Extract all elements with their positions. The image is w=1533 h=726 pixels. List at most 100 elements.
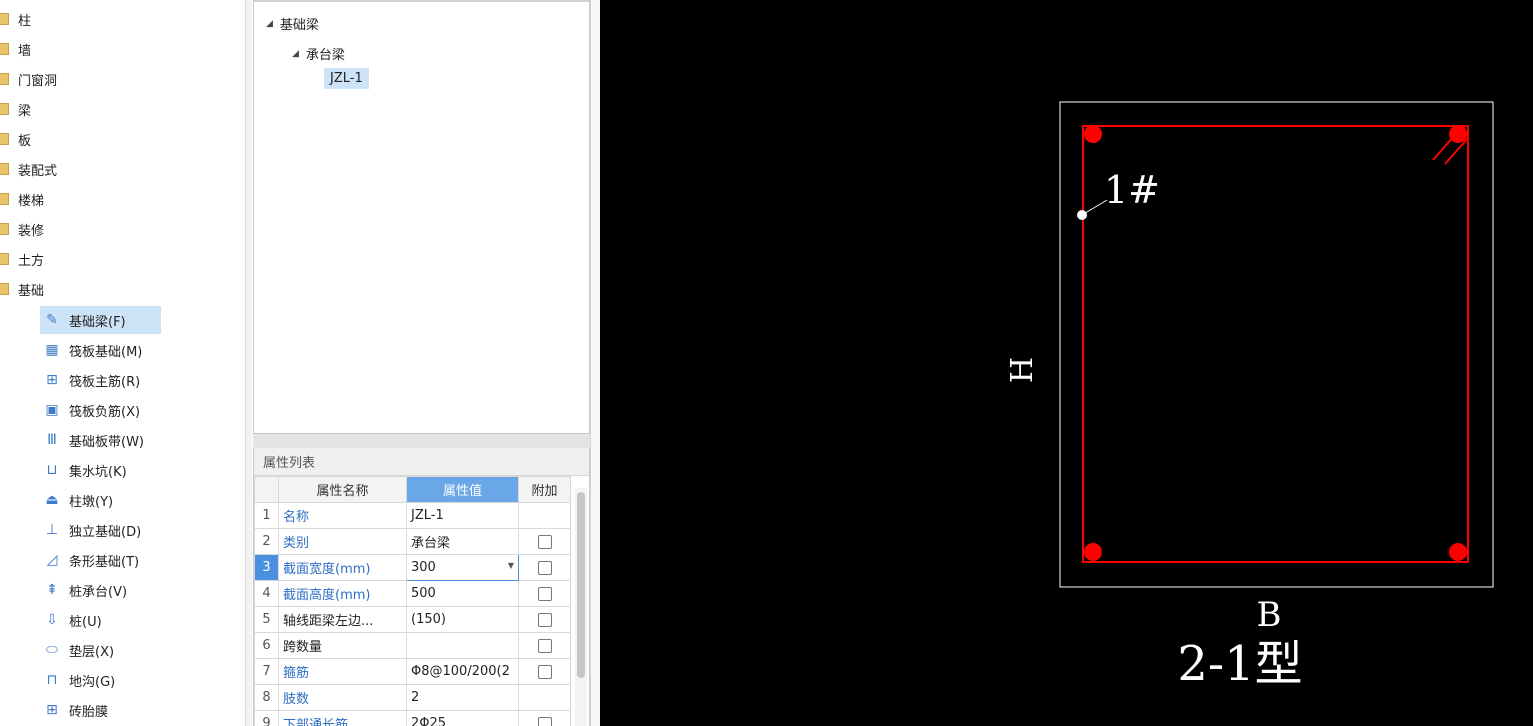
- panel-splitter[interactable]: [253, 434, 590, 448]
- nav-item-label: 砖胎膜: [69, 704, 109, 720]
- nav-item-brick-mold[interactable]: ⊞ 砖胎膜: [40, 696, 161, 724]
- dropdown-arrow-icon[interactable]: ▼: [508, 561, 514, 570]
- rebar-top-left: [1084, 125, 1102, 143]
- property-name: 下部通长筋: [278, 710, 407, 726]
- column-pier-icon: ⏏: [45, 492, 59, 508]
- nav-item-strip-footing[interactable]: ◿ 条形基础(T): [40, 546, 161, 574]
- extra-checkbox[interactable]: [537, 612, 552, 627]
- nav-category-slab[interactable]: 板: [0, 124, 31, 154]
- extra-checkbox[interactable]: [537, 586, 552, 601]
- property-table: 属性名称 属性值 附加 1 名称 JZL-1 2 类别 承台梁 3 截面宽度(m…: [254, 476, 571, 726]
- property-value[interactable]: 2Φ25: [406, 710, 519, 726]
- extra-checkbox[interactable]: [537, 716, 552, 726]
- nav-category-prefab[interactable]: 装配式: [0, 154, 57, 184]
- folder-icon: [0, 253, 9, 265]
- nav-item-sump-pit[interactable]: ⊔ 集水坑(K): [40, 456, 161, 484]
- nav-item-isolated-footing[interactable]: ⊥ 独立基础(D): [40, 516, 161, 544]
- extra-cell: [518, 554, 571, 581]
- extra-cell: [518, 502, 571, 529]
- nav-category-beam[interactable]: 梁: [0, 94, 31, 124]
- extra-checkbox[interactable]: [537, 534, 552, 549]
- raft-main-rebar-icon: ⊞: [46, 372, 58, 388]
- cushion-icon: ⬭: [46, 642, 58, 658]
- nav-category-label: 柱: [18, 13, 32, 29]
- collapse-arrow-icon[interactable]: ◢: [266, 19, 273, 29]
- table-row[interactable]: 4 截面高度(mm) 500: [254, 580, 571, 607]
- row-number: 5: [254, 606, 279, 633]
- property-name: 轴线距梁左边...: [278, 606, 407, 633]
- nav-category-column[interactable]: 柱: [0, 4, 31, 34]
- property-name: 肢数: [278, 684, 407, 711]
- nav-category-door-window[interactable]: 门窗洞: [0, 64, 57, 94]
- nav-category-wall[interactable]: 墙: [0, 34, 31, 64]
- pile-icon: ⇩: [46, 612, 58, 628]
- table-row-selected[interactable]: 3 截面宽度(mm) 300 ▼: [254, 554, 571, 581]
- extra-checkbox[interactable]: [537, 664, 552, 679]
- collapse-arrow-icon[interactable]: ◢: [292, 49, 299, 59]
- row-number: 6: [254, 632, 279, 659]
- table-row[interactable]: 6 跨数量: [254, 632, 571, 659]
- nav-item-column-pier[interactable]: ⏏ 柱墩(Y): [40, 486, 161, 514]
- nav-item-label: 桩承台(V): [69, 584, 128, 600]
- property-value[interactable]: (150): [406, 606, 519, 633]
- extra-cell: [518, 580, 571, 607]
- row-number: 7: [254, 658, 279, 685]
- component-nav-tree: 柱 墙 门窗洞 梁 板 装配式 楼梯 装修 土方 基础 ✎ 基础梁(F) ▦ 筏板基…: [0, 0, 245, 726]
- nav-category-label: 土方: [18, 253, 45, 269]
- property-value[interactable]: [406, 632, 519, 659]
- nav-category-label: 梁: [18, 103, 32, 119]
- nav-item-slab-band[interactable]: Ⅲ 基础板带(W): [40, 426, 161, 454]
- nav-item-raft-main-rebar[interactable]: ⊞ 筏板主筋(R): [40, 366, 161, 394]
- table-row[interactable]: 9 下部通长筋 2Φ25: [254, 710, 571, 726]
- header-extra[interactable]: 附加: [518, 476, 571, 503]
- nav-item-raft[interactable]: ▦ 筏板基础(M): [40, 336, 161, 364]
- nav-category-decoration[interactable]: 装修: [0, 214, 44, 244]
- table-row[interactable]: 1 名称 JZL-1: [254, 502, 571, 529]
- table-row[interactable]: 8 肢数 2: [254, 684, 571, 711]
- nav-splitter[interactable]: [245, 0, 252, 726]
- extra-checkbox[interactable]: [537, 638, 552, 653]
- nav-category-stairs[interactable]: 楼梯: [0, 184, 44, 214]
- rebar-label-1: 1#: [1104, 168, 1160, 212]
- canvas-splitter[interactable]: [590, 0, 600, 726]
- dropdown-value: 300: [411, 560, 436, 575]
- nav-category-earthwork[interactable]: 土方: [0, 244, 44, 274]
- nav-item-pile[interactable]: ⇩ 桩(U): [40, 606, 161, 634]
- nav-item-cushion[interactable]: ⬭ 垫层(X): [40, 636, 161, 664]
- nav-item-label: 垫层(X): [69, 644, 115, 660]
- nav-item-foundation-beam[interactable]: ✎ 基础梁(F): [40, 306, 161, 334]
- nav-category-label: 板: [18, 133, 32, 149]
- header-index: [254, 476, 279, 503]
- nav-item-label: 筏板负筋(X): [69, 404, 141, 420]
- section-drawing-canvas[interactable]: 1# H B 2-1型: [600, 0, 1533, 726]
- nav-item-raft-neg-rebar[interactable]: ▣ 筏板负筋(X): [40, 396, 161, 424]
- brick-mold-icon: ⊞: [46, 702, 58, 718]
- nav-item-pile-cap[interactable]: ⇞ 桩承台(V): [40, 576, 161, 604]
- tree-node-cap-beam[interactable]: ◢ 承台梁: [292, 44, 345, 63]
- property-value[interactable]: 2: [406, 684, 519, 711]
- nav-item-trench[interactable]: ⊓ 地沟(G): [40, 666, 161, 694]
- header-name[interactable]: 属性名称: [278, 476, 407, 503]
- tree-node-jzl-1[interactable]: JZL-1: [324, 68, 369, 89]
- property-value[interactable]: JZL-1: [406, 502, 519, 529]
- property-value-dropdown[interactable]: 300 ▼: [406, 554, 519, 581]
- extra-cell: [518, 710, 571, 726]
- table-row[interactable]: 5 轴线距梁左边... (150): [254, 606, 571, 633]
- extra-checkbox[interactable]: [537, 560, 552, 575]
- property-name: 跨数量: [278, 632, 407, 659]
- section-drawing: 1# H B 2-1型: [1005, 101, 1494, 692]
- tree-node-foundation-beam[interactable]: ◢ 基础梁: [266, 14, 319, 33]
- property-value[interactable]: 承台梁: [406, 528, 519, 555]
- stirrup-hook: [1432, 127, 1462, 161]
- header-value[interactable]: 属性值: [406, 476, 519, 503]
- table-row[interactable]: 7 箍筋 Φ8@100/200(2: [254, 658, 571, 685]
- property-name: 类别: [278, 528, 407, 555]
- property-value[interactable]: 500: [406, 580, 519, 607]
- property-value[interactable]: Φ8@100/200(2: [406, 658, 519, 685]
- extra-cell: [518, 658, 571, 685]
- extra-cell: [518, 528, 571, 555]
- table-row[interactable]: 2 类别 承台梁: [254, 528, 571, 555]
- extra-cell: [518, 684, 571, 711]
- nav-category-foundation[interactable]: 基础: [0, 274, 44, 304]
- scrollbar-thumb[interactable]: [577, 492, 585, 678]
